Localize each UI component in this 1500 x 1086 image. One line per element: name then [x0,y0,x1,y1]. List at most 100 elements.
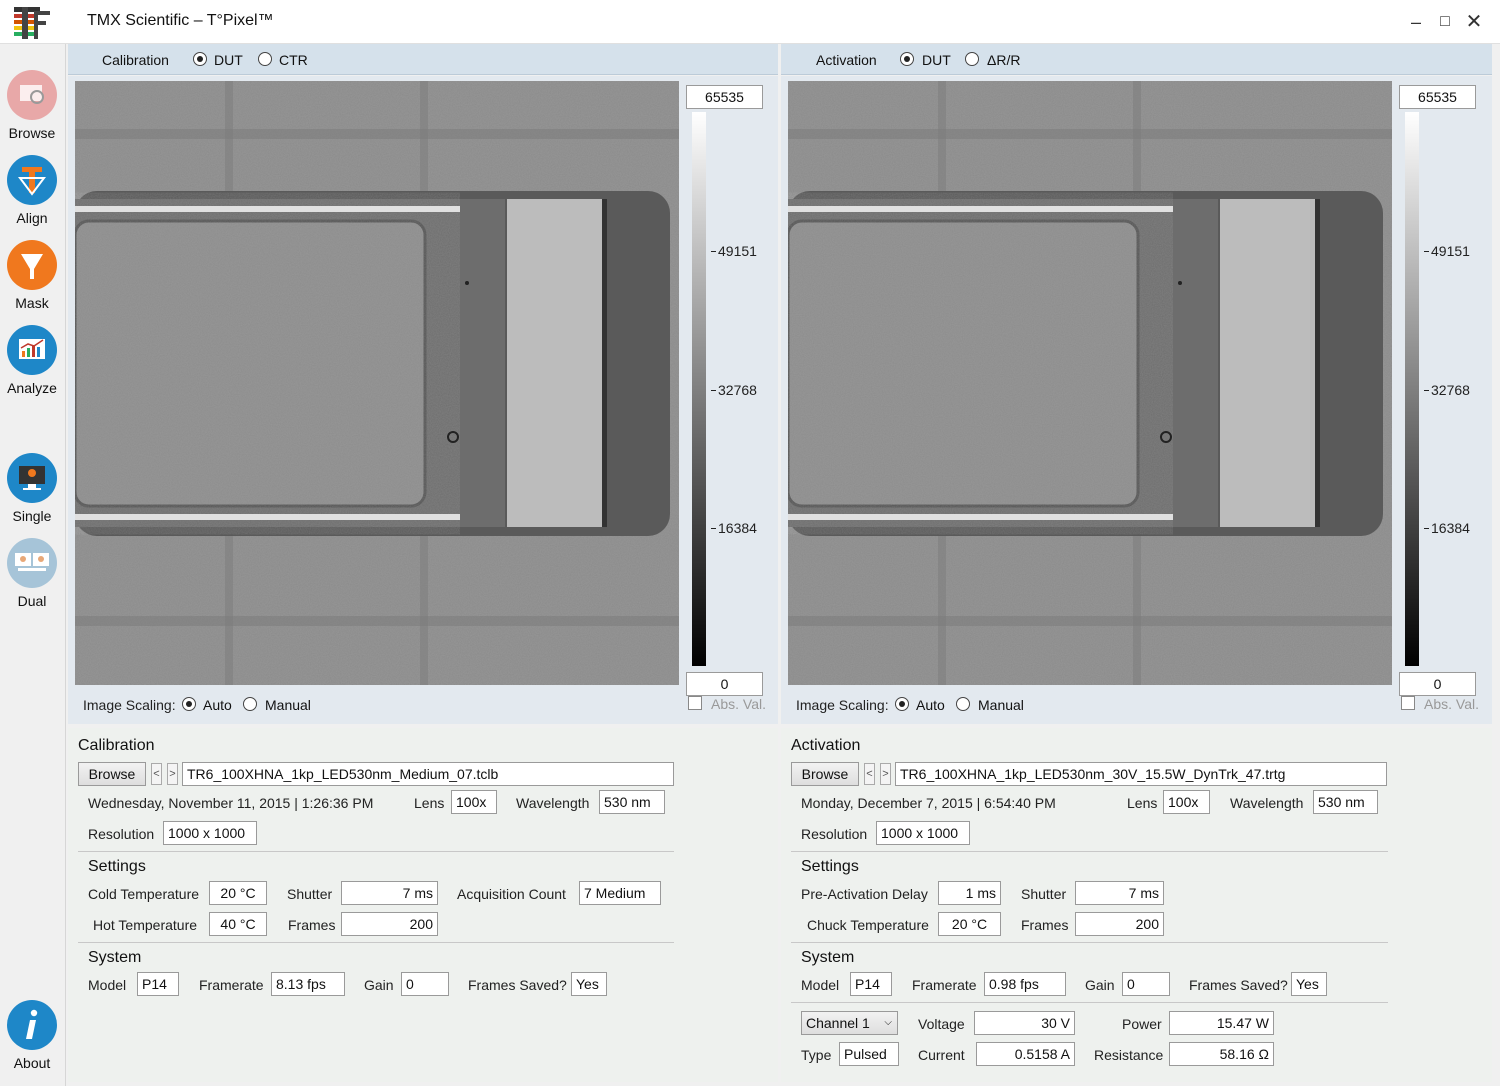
voltage-field[interactable]: 30 V [974,1011,1075,1035]
lens-field[interactable]: 100x [451,790,497,814]
voltage-label: Voltage [918,1016,965,1032]
calibration-image-pane: 65535 49151 32768 16384 0 Abs. Val. Imag… [68,76,778,724]
divider [78,851,674,852]
auto-scaling-radio[interactable] [895,697,909,711]
model-field[interactable]: P14 [137,972,179,996]
browse-file-button[interactable]: Browse [78,762,146,786]
single-icon [7,453,57,503]
file-path-field[interactable]: TR6_100XHNA_1kp_LED530nm_Medium_07.tclb [182,762,674,786]
system-title: System [88,949,142,966]
analyze-icon [7,325,57,375]
gain-label: Gain [364,977,394,993]
resolution-field[interactable]: 1000 x 1000 [163,821,257,845]
wavelength-field[interactable]: 530 nm [599,790,665,814]
gain-label: Gain [1085,977,1115,993]
sidebar-item-analyze[interactable]: Analyze [0,324,64,396]
dut-radio[interactable] [900,52,914,66]
cold-temperature-field[interactable]: 20 °C [209,881,267,905]
framerate-field[interactable]: 8.13 fps [271,972,345,996]
scale-min-field[interactable]: 0 [686,672,763,696]
prev-file-button[interactable]: < [151,763,162,785]
activation-image[interactable] [788,81,1392,685]
ctr-radio[interactable] [258,52,272,66]
channel-dropdown[interactable]: Channel 1 ⌵ [801,1011,898,1035]
wavelength-label: Wavelength [516,795,590,811]
scale-max-field[interactable]: 65535 [1399,85,1476,109]
manual-scaling-radio[interactable] [243,697,257,711]
prev-file-button[interactable]: < [864,763,875,785]
framerate-field[interactable]: 0.98 fps [984,972,1066,996]
next-file-button[interactable]: > [167,763,178,785]
acquisition-date: Wednesday, November 11, 2015 | 1:26:36 P… [88,795,374,811]
chuck-temperature-field[interactable]: 20 °C [938,912,1001,936]
mask-icon [7,240,57,290]
divider [78,942,674,943]
dut-radio[interactable] [193,52,207,66]
info-icon [7,1000,57,1050]
settings-title: Settings [801,858,859,875]
abs-val-checkbox[interactable] [1401,696,1415,710]
activation-panel: Activation Browse < > TR6_100XHNA_1kp_LE… [781,728,1492,1082]
frames-label: Frames [288,917,336,933]
manual-scaling-label: Manual [265,697,311,713]
sidebar-item-mask[interactable]: Mask [0,239,64,311]
sidebar-item-single[interactable]: Single [0,452,64,524]
hot-temperature-field[interactable]: 40 °C [209,912,267,936]
close-button[interactable]: ✕ [1460,8,1488,36]
dut-radio-label: DUT [214,52,243,68]
manual-scaling-label: Manual [978,697,1024,713]
sidebar-item-label: Browse [8,125,56,141]
model-label: Model [801,977,840,993]
current-field[interactable]: 0.5158 A [976,1042,1075,1066]
sidebar-item-about[interactable]: About [0,999,64,1071]
acquisition-count-field[interactable]: 7 Medium [579,881,661,905]
frames-saved-field[interactable]: Yes [571,972,607,996]
sidebar-item-align[interactable]: Align [0,154,64,226]
model-field[interactable]: P14 [850,972,892,996]
power-field[interactable]: 15.47 W [1169,1011,1274,1035]
divider [791,942,1388,943]
title-bar: TMX Scientific – T°Pixel™ – □ ✕ [0,0,1500,44]
lens-label: Lens [414,795,445,811]
colorbar-tick: 49151 [1424,243,1470,259]
frames-field[interactable]: 200 [1075,912,1164,936]
sidebar: Browse Align Mask Analyze Single Dual Ab… [0,44,66,1086]
calibration-image[interactable] [75,81,679,685]
resolution-label: Resolution [88,826,155,842]
acquisition-count-label: Acquisition Count [457,886,566,902]
file-path-field[interactable]: TR6_100XHNA_1kp_LED530nm_30V_15.5W_DynTr… [895,762,1387,786]
system-title: System [801,949,855,966]
cold-temperature-label: Cold Temperature [88,886,200,902]
browse-file-button[interactable]: Browse [791,762,859,786]
shutter-field[interactable]: 7 ms [341,881,438,905]
frames-saved-field[interactable]: Yes [1291,972,1327,996]
manual-scaling-radio[interactable] [956,697,970,711]
pre-activation-delay-field[interactable]: 1 ms [938,881,1001,905]
gain-field[interactable]: 0 [1122,972,1170,996]
maximize-button[interactable]: □ [1431,8,1459,36]
resolution-label: Resolution [801,826,868,842]
resistance-field[interactable]: 58.16 Ω [1169,1042,1274,1066]
sidebar-item-label: Analyze [7,380,57,396]
frames-field[interactable]: 200 [341,912,438,936]
shutter-field[interactable]: 7 ms [1075,881,1164,905]
sidebar-item-dual[interactable]: Dual [0,537,64,609]
delta-r-r-radio[interactable] [965,52,979,66]
wavelength-field[interactable]: 530 nm [1313,790,1378,814]
resolution-field[interactable]: 1000 x 1000 [876,821,970,845]
scale-max-field[interactable]: 65535 [686,85,763,109]
abs-val-checkbox[interactable] [688,696,702,710]
settings-title: Settings [88,858,146,875]
gain-field[interactable]: 0 [401,972,449,996]
scale-min-field[interactable]: 0 [1399,672,1476,696]
type-field[interactable]: Pulsed [839,1042,899,1066]
next-file-button[interactable]: > [880,763,891,785]
chuck-temperature-label: Chuck Temperature [807,917,929,933]
abs-val-label: Abs. Val. [1424,696,1479,712]
auto-scaling-radio[interactable] [182,697,196,711]
lens-field[interactable]: 100x [1163,790,1210,814]
window-title: TMX Scientific – T°Pixel™ [87,12,274,29]
sidebar-item-browse[interactable]: Browse [0,69,64,141]
framerate-label: Framerate [912,977,977,993]
minimize-button[interactable]: – [1402,8,1430,36]
